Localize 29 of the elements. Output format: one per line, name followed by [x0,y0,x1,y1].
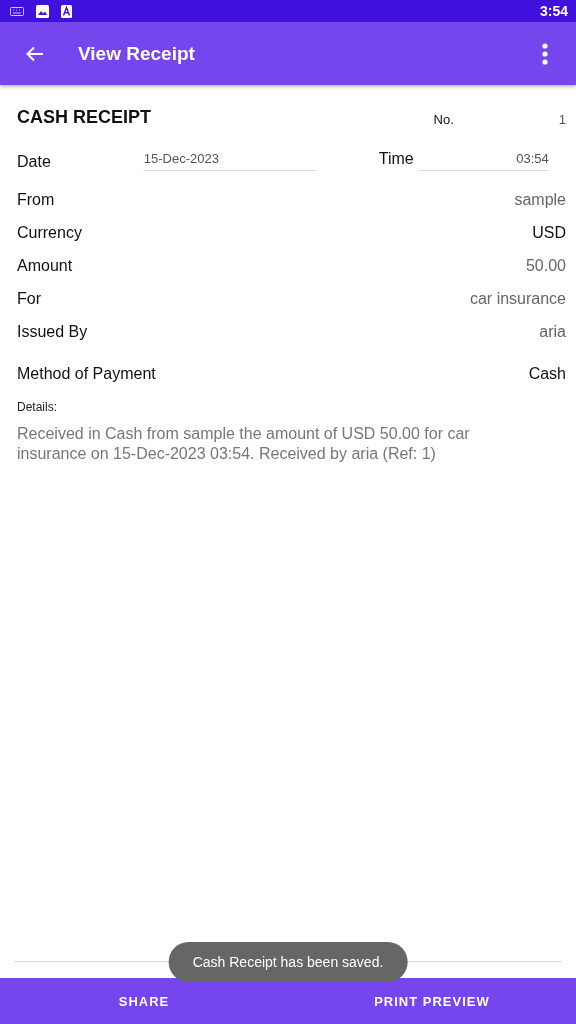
keyboard-icon [10,6,24,16]
field-label: For [17,289,41,308]
image-icon [36,4,49,18]
text-format-icon [61,4,72,18]
field-label: Issued By [17,322,88,341]
screen-title: View Receipt [78,42,195,65]
receipt-title: CASH RECEIPT [17,107,151,128]
field-label: Method of Payment [17,364,156,383]
field-label: From [17,190,55,209]
field-value: aria [539,322,566,341]
receipt-number: 1 [558,112,566,127]
more-options-icon [542,42,548,65]
field-value: 50.00 [525,256,566,275]
time-field[interactable]: 03:54 [417,151,549,171]
field-value: USD [532,223,566,242]
time-label: Time [378,150,414,169]
toast-message: Cash Receipt has been saved. [168,942,408,982]
clock: 3:54 [539,3,568,19]
number-label: No. [433,112,454,127]
field-value: sample [514,190,566,209]
date-field[interactable]: 15-Dec-2023 [142,151,317,171]
details-label: Details: [17,400,58,414]
date-label: Date [17,153,51,171]
back-arrow-icon [26,45,44,62]
field-value: Cash [528,364,566,383]
details-text: Received in Cash from sample the amount of USD 50.00 for car insurance on 15-Dec-2023 03:54. Received by aria (Ref: 1) [17,424,471,464]
field-label: Amount [17,256,73,275]
field-label: Currency [17,223,82,242]
field-value: car insurance [469,289,566,308]
